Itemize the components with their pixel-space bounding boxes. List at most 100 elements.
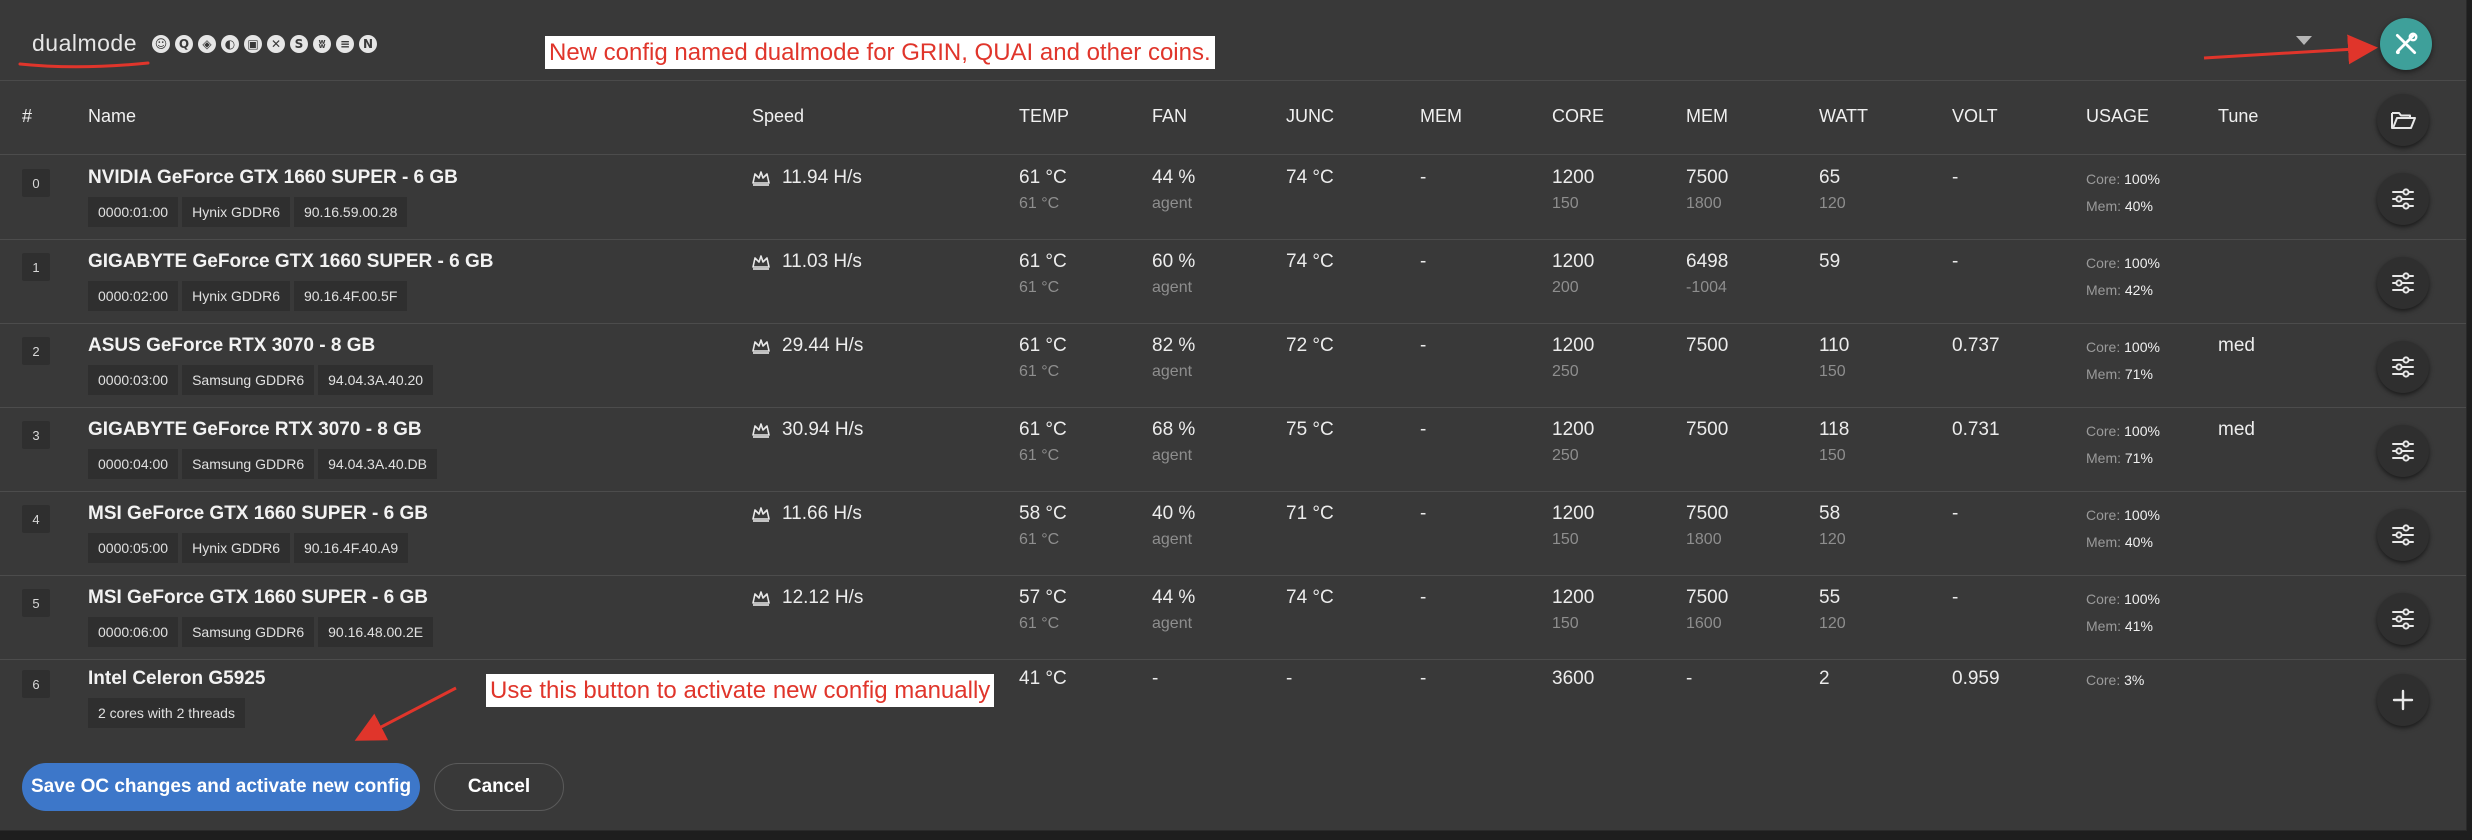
core-clock: 1200 — [1552, 335, 1595, 356]
cancel-button[interactable]: Cancel — [434, 763, 564, 811]
col-fan[interactable]: FAN — [1152, 106, 1187, 127]
mem-clock: 7500 — [1686, 335, 1729, 356]
temp: 61 °C — [1019, 335, 1067, 356]
memclk-sub: 1800 — [1686, 531, 1722, 548]
junc: 75 °C — [1286, 419, 1334, 440]
bios-version: 94.04.3A.40.DB — [318, 449, 437, 479]
col-junc[interactable]: JUNC — [1286, 106, 1334, 127]
hashrate-value: 12.12 H/s — [782, 587, 864, 608]
core-clock: 1200 — [1552, 251, 1595, 272]
volt: - — [1952, 503, 1959, 524]
cpu-row: 6 Intel Celeron G5925 2 cores with 2 thr… — [0, 656, 2466, 740]
col-temp[interactable]: TEMP — [1019, 106, 1069, 127]
usage-core-value: 3% — [2124, 672, 2145, 688]
temp-sub: 61 °C — [1019, 363, 1060, 380]
core-clock: 1200 — [1552, 167, 1595, 188]
col-usage[interactable]: USAGE — [2086, 106, 2149, 127]
crown-icon — [752, 423, 770, 438]
hashrate: 29.44 H/s — [752, 335, 863, 357]
n-coin-icon: N — [359, 35, 377, 53]
oc-settings-button[interactable] — [2377, 341, 2429, 393]
watt-sub: 150 — [1819, 363, 1846, 380]
usage-core: Core: 100% — [2086, 339, 2160, 355]
row-index: 2 — [22, 337, 50, 365]
gpu-name: ASUS GeForce RTX 3070 - 8 GB — [88, 335, 376, 356]
save-activate-button[interactable]: Save OC changes and activate new config — [22, 763, 420, 811]
temp: 61 °C — [1019, 419, 1067, 440]
core-clock: 1200 — [1552, 587, 1595, 608]
crown-icon — [752, 339, 770, 354]
oc-settings-button[interactable] — [2377, 257, 2429, 309]
fan: 82 % — [1152, 335, 1196, 356]
fan-sub: agent — [1152, 195, 1193, 212]
tune: med — [2218, 335, 2255, 356]
core-sub: 150 — [1552, 615, 1579, 632]
row-index: 0 — [22, 169, 50, 197]
usage-core: Core: 100% — [2086, 171, 2160, 187]
add-button[interactable] — [2377, 674, 2429, 726]
col-speed[interactable]: Speed — [752, 106, 804, 127]
mem-temp: - — [1420, 167, 1427, 188]
watt: 65 — [1819, 167, 1841, 188]
usage-core-label: Core: — [2086, 507, 2121, 523]
junc: 71 °C — [1286, 503, 1334, 524]
col-volt[interactable]: VOLT — [1952, 106, 1998, 127]
volt: - — [1952, 587, 1959, 608]
gpu-row: 2 ASUS GeForce RTX 3070 - 8 GB 0000:03:0… — [0, 323, 2466, 408]
core-sub: 150 — [1552, 531, 1579, 548]
col-mem-temp[interactable]: MEM — [1420, 106, 1462, 127]
usage-mem-label: Mem: — [2086, 198, 2121, 214]
tools-button[interactable] — [2380, 18, 2432, 70]
usage-mem-label: Mem: — [2086, 450, 2121, 466]
cat-coin-icon: ʬ — [313, 35, 331, 53]
hashrate: 30.94 H/s — [752, 419, 863, 441]
config-name[interactable]: dualmode — [32, 30, 137, 57]
usage-mem: Mem: 71% — [2086, 366, 2153, 382]
sliders-icon — [2392, 272, 2414, 294]
oc-settings-button[interactable] — [2377, 509, 2429, 561]
usage-mem-value: 40% — [2124, 534, 2153, 550]
hashrate-value: 30.94 H/s — [782, 419, 864, 440]
core-clock: 1200 — [1552, 503, 1595, 524]
memclk-sub: 1800 — [1686, 195, 1722, 212]
memory-type: Samsung GDDR6 — [182, 365, 315, 395]
open-folder-button[interactable] — [2377, 94, 2429, 146]
cpu-core-clock: 3600 — [1552, 668, 1595, 689]
bios-version: 90.16.4F.40.A9 — [293, 533, 409, 563]
annotation-underline — [18, 61, 150, 69]
sliders-icon — [2392, 440, 2414, 462]
hashrate-value: 11.94 H/s — [782, 167, 862, 188]
cpu-junc: - — [1286, 668, 1293, 689]
junc: 74 °C — [1286, 587, 1334, 608]
oc-settings-button[interactable] — [2377, 173, 2429, 225]
usage-core-value: 100% — [2124, 255, 2160, 271]
fan: 60 % — [1152, 251, 1196, 272]
gpu-name: MSI GeForce GTX 1660 SUPER - 6 GB — [88, 587, 428, 608]
volt: 0.737 — [1952, 335, 2000, 356]
oc-settings-button[interactable] — [2377, 425, 2429, 477]
col-tune[interactable]: Tune — [2218, 106, 2258, 127]
usage-mem-label: Mem: — [2086, 282, 2121, 298]
chevron-down-icon[interactable] — [2296, 36, 2312, 45]
mem-temp: - — [1420, 419, 1427, 440]
bus-id: 0000:06:00 — [88, 617, 179, 647]
col-watt[interactable]: WATT — [1819, 106, 1868, 127]
watt-sub: 120 — [1819, 531, 1846, 548]
col-core[interactable]: CORE — [1552, 106, 1604, 127]
fan-sub: agent — [1152, 279, 1193, 296]
col-name[interactable]: Name — [88, 106, 136, 127]
gpu-name: NVIDIA GeForce GTX 1660 SUPER - 6 GB — [88, 167, 458, 188]
smile-icon: ☺ — [152, 35, 170, 53]
mem-clock: 7500 — [1686, 503, 1729, 524]
usage-core: Core: 100% — [2086, 255, 2160, 271]
usage-mem: Mem: 71% — [2086, 450, 2153, 466]
oc-settings-button[interactable] — [2377, 593, 2429, 645]
mem-temp: - — [1420, 335, 1427, 356]
col-mem-clock[interactable]: MEM — [1686, 106, 1728, 127]
volt: - — [1952, 167, 1959, 188]
fan-sub: agent — [1152, 615, 1193, 632]
cpu-mem-temp: - — [1420, 668, 1427, 689]
watt-sub: 150 — [1819, 447, 1846, 464]
row-index: 5 — [22, 589, 50, 617]
row-index: 6 — [22, 670, 50, 698]
